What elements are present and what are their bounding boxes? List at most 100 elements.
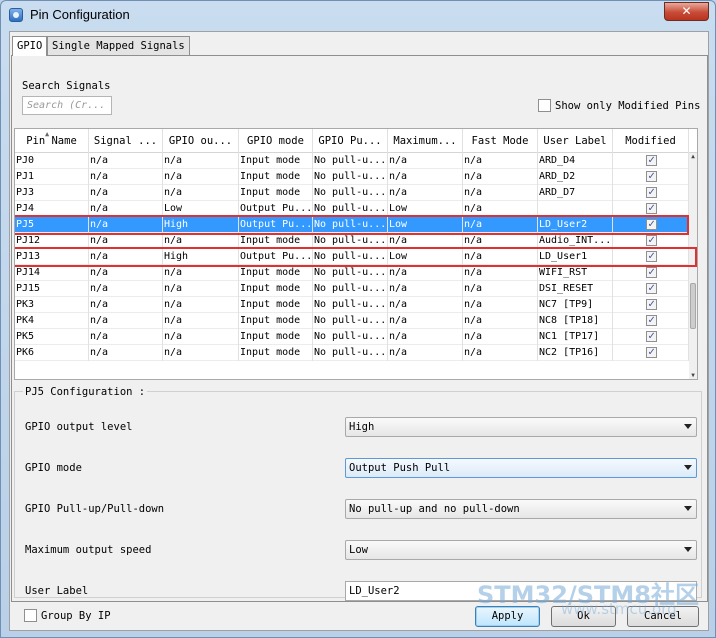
table-cell: No pull-u... — [313, 329, 388, 345]
table-cell: No pull-u... — [313, 185, 388, 201]
close-icon: ✕ — [681, 4, 692, 18]
modified-checkbox[interactable] — [645, 313, 657, 328]
column-header-8[interactable]: Modified — [613, 129, 689, 153]
table-row[interactable]: PJ3 n/a n/a Input mode No pull-u... n/a n/a ARD… — [15, 185, 689, 201]
apply-button[interactable]: Apply — [475, 606, 540, 627]
config-dropdown[interactable]: High — [345, 417, 697, 437]
column-header-0[interactable]: Pin Name — [15, 129, 89, 153]
chevron-down-icon[interactable] — [684, 547, 692, 552]
tab-gpio[interactable]: GPIO — [12, 36, 48, 56]
modified-checkbox[interactable] — [645, 329, 657, 344]
modified-cell[interactable] — [613, 217, 689, 233]
modified-checkbox[interactable] — [645, 153, 657, 168]
modified-cell[interactable] — [613, 233, 689, 249]
modified-checkbox[interactable] — [645, 249, 657, 264]
chevron-down-icon[interactable] — [684, 424, 692, 429]
column-header-1[interactable]: Signal ... — [89, 129, 163, 153]
scroll-thumb[interactable] — [690, 283, 696, 329]
modified-cell[interactable] — [613, 313, 689, 329]
table-row[interactable]: PJ14 n/a n/a Input mode No pull-u... n/a n/a WI… — [15, 265, 689, 281]
table-cell: Output Pu... — [239, 201, 313, 217]
table-cell: NC7 [TP9] — [538, 297, 613, 313]
table-row[interactable]: PJ1 n/a n/a Input mode No pull-u... n/a n/a ARD… — [15, 169, 689, 185]
chevron-down-icon[interactable] — [684, 465, 692, 470]
modified-checkbox[interactable] — [645, 169, 657, 184]
table-cell: n/a — [89, 201, 163, 217]
column-header-3[interactable]: GPIO mode — [239, 129, 313, 153]
table-row[interactable]: PK6 n/a n/a Input mode No pull-u... n/a n/a NC2… — [15, 345, 689, 361]
modified-checkbox[interactable] — [645, 185, 657, 200]
table-row[interactable]: PJ12 n/a n/a Input mode No pull-u... n/a n/a Au… — [15, 233, 689, 249]
config-dropdown[interactable]: Output Push Pull — [345, 458, 697, 478]
show-modified-toggle[interactable]: Show only Modified Pins — [538, 99, 700, 112]
ok-button[interactable]: Ok — [551, 606, 616, 627]
table-scrollbar[interactable]: ▲ ▼ — [689, 153, 697, 379]
modified-checkbox[interactable] — [645, 217, 657, 232]
search-input[interactable] — [22, 96, 112, 115]
table-cell: High — [163, 249, 239, 265]
table-row[interactable]: PK3 n/a n/a Input mode No pull-u... n/a n/a NC7… — [15, 297, 689, 313]
column-header-5[interactable]: Maximum... — [388, 129, 463, 153]
table-cell: n/a — [388, 185, 463, 201]
table-row[interactable]: PJ4 n/a Low Output Pu... No pull-u... Low n/a — [15, 201, 689, 217]
modified-checkbox[interactable] — [645, 233, 657, 248]
modified-cell[interactable] — [613, 345, 689, 361]
show-modified-label: Show only Modified Pins — [555, 99, 701, 112]
table-cell: Output Pu... — [239, 249, 313, 265]
column-header-6[interactable]: Fast Mode — [463, 129, 538, 153]
pin-config-group: PJ5 Configuration : GPIO output level Hig… — [14, 386, 702, 601]
config-dropdown[interactable]: No pull-up and no pull-down — [345, 499, 697, 519]
config-dropdown[interactable]: Low — [345, 540, 697, 560]
group-by-ip-toggle[interactable]: Group By IP — [24, 609, 111, 622]
table-row[interactable]: PK5 n/a n/a Input mode No pull-u... n/a n/a NC1… — [15, 329, 689, 345]
table-cell: No pull-u... — [313, 233, 388, 249]
cancel-button[interactable]: Cancel — [627, 606, 699, 627]
dropdown-value: No pull-up and no pull-down — [349, 503, 520, 515]
table-row[interactable]: PK4 n/a n/a Input mode No pull-u... n/a n/a NC8… — [15, 313, 689, 329]
table-row[interactable]: PJ13 n/a High Output Pu... No pull-u... Low n/… — [15, 249, 689, 265]
group-by-ip-checkbox[interactable] — [24, 609, 37, 622]
table-cell: No pull-u... — [313, 281, 388, 297]
table-cell: Low — [388, 249, 463, 265]
modified-checkbox[interactable] — [645, 345, 657, 360]
column-header-2[interactable]: GPIO ou... — [163, 129, 239, 153]
chevron-down-icon[interactable] — [684, 506, 692, 511]
scroll-down-icon[interactable]: ▼ — [689, 372, 697, 379]
table-cell: n/a — [163, 345, 239, 361]
table-cell: No pull-u... — [313, 153, 388, 169]
modified-cell[interactable] — [613, 185, 689, 201]
table-cell: n/a — [463, 265, 538, 281]
table-cell: n/a — [163, 169, 239, 185]
modified-cell[interactable] — [613, 201, 689, 217]
title-bar[interactable]: Pin Configuration ✕ — [1, 1, 715, 29]
table-cell: Input mode — [239, 329, 313, 345]
table-cell: n/a — [89, 249, 163, 265]
table-cell: No pull-u... — [313, 297, 388, 313]
modified-cell[interactable] — [613, 265, 689, 281]
column-header-7[interactable]: User Label — [538, 129, 613, 153]
table-cell: PJ1 — [15, 169, 89, 185]
modified-cell[interactable] — [613, 297, 689, 313]
modified-checkbox[interactable] — [645, 201, 657, 216]
modified-checkbox[interactable] — [645, 297, 657, 312]
scroll-up-icon[interactable]: ▲ — [689, 153, 697, 161]
modified-cell[interactable] — [613, 153, 689, 169]
table-cell: PJ5 — [15, 217, 89, 233]
user-label-input[interactable] — [345, 581, 697, 601]
table-cell: PJ12 — [15, 233, 89, 249]
table-cell: LD_User1 — [538, 249, 613, 265]
close-button[interactable]: ✕ — [664, 2, 709, 21]
table-cell: Input mode — [239, 281, 313, 297]
modified-cell[interactable] — [613, 169, 689, 185]
table-row[interactable]: PJ15 n/a n/a Input mode No pull-u... n/a n/a DS… — [15, 281, 689, 297]
column-header-4[interactable]: GPIO Pu... — [313, 129, 388, 153]
show-modified-checkbox[interactable] — [538, 99, 551, 112]
modified-cell[interactable] — [613, 249, 689, 265]
table-row[interactable]: PJ5 n/a High Output Pu... No pull-u... Low n/a… — [15, 217, 689, 233]
modified-cell[interactable] — [613, 329, 689, 345]
tab-single-mapped-signals[interactable]: Single Mapped Signals — [47, 36, 190, 55]
table-row[interactable]: PJ0 n/a n/a Input mode No pull-u... n/a n/a ARD… — [15, 153, 689, 169]
modified-checkbox[interactable] — [645, 265, 657, 280]
modified-checkbox[interactable] — [645, 281, 657, 296]
modified-cell[interactable] — [613, 281, 689, 297]
